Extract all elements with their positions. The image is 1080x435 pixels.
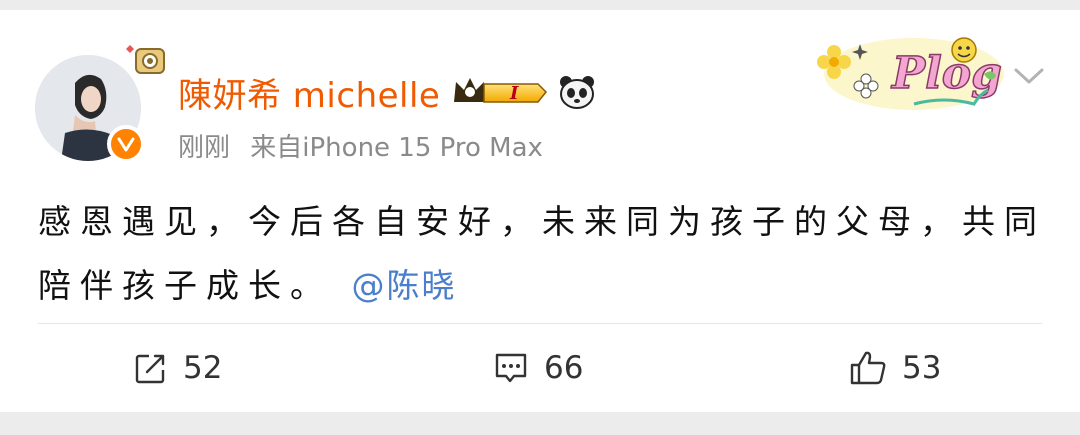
camera-decoration-icon bbox=[126, 45, 165, 74]
post-time: 刚刚 bbox=[178, 133, 231, 163]
plog-sticker-icon[interactable]: Plog bbox=[804, 24, 1004, 116]
like-button[interactable]: 53 bbox=[848, 336, 941, 400]
comment-count: 66 bbox=[544, 350, 584, 386]
post-meta: 刚刚 来自iPhone 15 Pro Max bbox=[178, 127, 543, 164]
post-text: 感恩遇见，今后各自安好，未来同为孩子的父母，共同陪伴孩子成长。 bbox=[38, 202, 1046, 305]
repost-count: 52 bbox=[183, 350, 223, 386]
post-source: 来自iPhone 15 Pro Max bbox=[250, 133, 543, 163]
user-name-row: 陳妍希 michelle I bbox=[178, 68, 596, 116]
repost-button[interactable]: 52 bbox=[133, 336, 222, 400]
action-bar: 52 66 53 bbox=[0, 336, 1080, 400]
user-name[interactable]: 陳妍希 michelle bbox=[178, 68, 440, 117]
mention-link[interactable]: @陈晓 bbox=[352, 266, 457, 305]
vip-crown-badge-icon[interactable]: I bbox=[450, 74, 550, 110]
comment-icon bbox=[495, 353, 527, 383]
weibo-post-card: 陳妍希 michelle I 刚刚 来自iPhone 15 Pro Max Pl… bbox=[0, 10, 1080, 412]
divider bbox=[38, 323, 1042, 324]
svg-text:I: I bbox=[509, 83, 519, 104]
post-content: 感恩遇见，今后各自安好，未来同为孩子的父母，共同陪伴孩子成长。 @陈晓 bbox=[38, 190, 1048, 318]
avatar-container[interactable] bbox=[35, 45, 165, 165]
thumbs-up-icon bbox=[850, 351, 886, 385]
panda-icon bbox=[560, 76, 595, 109]
chevron-down-icon[interactable] bbox=[1012, 64, 1046, 88]
like-count: 53 bbox=[902, 350, 942, 386]
repost-icon bbox=[135, 354, 165, 384]
comment-button[interactable]: 66 bbox=[492, 336, 583, 400]
verified-badge-icon bbox=[107, 125, 145, 163]
